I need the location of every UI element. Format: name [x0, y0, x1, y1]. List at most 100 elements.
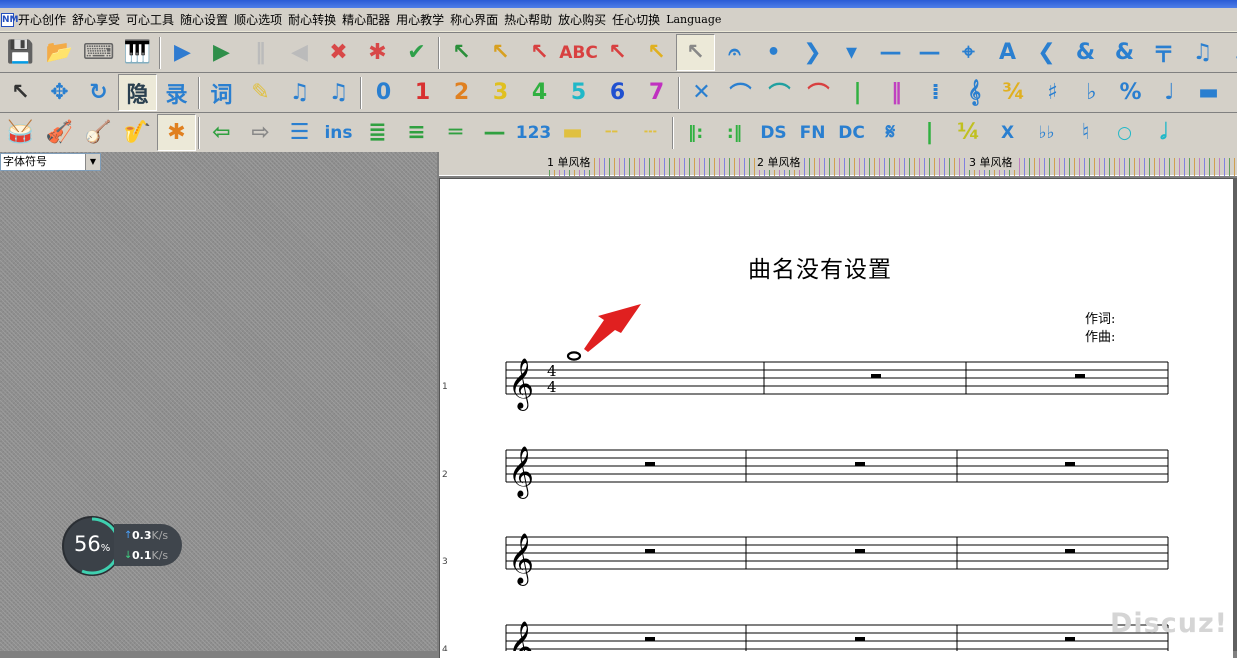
eraser-button[interactable]: ✎ [241, 74, 280, 111]
tie-button[interactable]: ⌒ [721, 74, 760, 111]
dal-segno-button[interactable]: DS [754, 114, 793, 151]
ruler-style-label[interactable]: 1 单风格 [545, 154, 593, 170]
half-note-button[interactable]: 𝅗𝅥 [1144, 114, 1183, 151]
accent-button[interactable]: ❯ [793, 34, 832, 71]
whole-rest-button[interactable]: ▬ [1189, 74, 1228, 111]
play-from-cursor-button[interactable]: ▶ [202, 34, 241, 71]
menu-item[interactable]: 放心购买 [558, 11, 612, 28]
treble-clef-button[interactable]: 𝄞 [955, 74, 994, 111]
menu-item[interactable]: 用心教学 [396, 11, 450, 28]
chevron-down-icon[interactable]: ▼ [85, 154, 100, 170]
text-style-button[interactable]: A [988, 34, 1027, 71]
check-button[interactable]: ✔ [397, 34, 436, 71]
spell-check-button[interactable]: ABC [559, 34, 598, 71]
cross-note-button[interactable]: ✱ [358, 34, 397, 71]
network-speed-widget[interactable]: 56% ↑ 0.3K/s ↓ 0.1K/s [62, 516, 184, 576]
long-tenuto-button[interactable]: — [910, 34, 949, 71]
menu-item[interactable]: 顺心选项 [234, 11, 288, 28]
dashed-line-button[interactable]: ╌ [592, 114, 631, 151]
note-flag-button[interactable]: ♪ [1222, 34, 1237, 71]
num-6-button[interactable]: 6 [598, 74, 637, 111]
align-button[interactable]: ☰ [280, 114, 319, 151]
num-1-button[interactable]: 1 [403, 74, 442, 111]
fine-button[interactable]: FN [793, 114, 832, 151]
double-barline-button[interactable]: ‖ [877, 74, 916, 111]
coda-button[interactable]: ⌖ [949, 34, 988, 71]
repeat-sign-button[interactable]: ⁞ [916, 74, 955, 111]
beam-notes-2-button[interactable]: ♫ [319, 74, 358, 111]
app-icon[interactable]: NM [1, 12, 19, 27]
four-lines-button[interactable]: ≣ [358, 114, 397, 151]
keyboard-button[interactable]: ⌨ [79, 34, 118, 71]
menu-item[interactable]: 随心设置 [180, 11, 234, 28]
cursor-level-1-button[interactable]: ↖ [442, 34, 481, 71]
ruler-style-label[interactable]: 2 单风格 [755, 154, 803, 170]
arrow-cursor-button[interactable]: ↖ [1, 74, 40, 111]
double-flat-button[interactable]: ♭♭ [1027, 114, 1066, 151]
rotate-button[interactable]: ↻ [79, 74, 118, 111]
breath-button[interactable]: ⌒ [799, 74, 838, 111]
fermata-button[interactable]: 𝄐 [715, 34, 754, 71]
eighth-notes-button[interactable]: ♫ [1183, 34, 1222, 71]
asterisk-button[interactable]: ✱ [157, 114, 196, 151]
cursor-level-2-button[interactable]: ↖ [481, 34, 520, 71]
menu-item[interactable]: 舒心享受 [72, 11, 126, 28]
arrow-right-button[interactable]: ⇨ [241, 114, 280, 151]
sign-button[interactable]: 〒 [1144, 34, 1183, 71]
composer-label[interactable]: 作曲: [1085, 326, 1115, 345]
tenuto-button[interactable]: — [871, 34, 910, 71]
insert-button[interactable]: ins [319, 114, 358, 151]
dash-line-button[interactable]: ▬ [553, 114, 592, 151]
one-line-button[interactable]: — [475, 114, 514, 151]
banjo-button[interactable]: 🪕 [79, 114, 118, 151]
save-button[interactable]: 💾 [1, 34, 40, 71]
quarter-note-button[interactable]: ♩ [1150, 74, 1189, 111]
time-sig-button[interactable]: ¾ [994, 74, 1033, 111]
remove-staff-button[interactable]: & [1105, 34, 1144, 71]
dotted-line-button[interactable]: ┄ [631, 114, 670, 151]
delete-note-button[interactable]: ✖ [319, 34, 358, 71]
menu-item[interactable]: 精心配器 [342, 11, 396, 28]
menu-item-language[interactable]: Language [666, 13, 727, 26]
cross-button[interactable]: ✕ [682, 74, 721, 111]
violin-button[interactable]: 🎻 [40, 114, 79, 151]
two-lines-button[interactable]: ═ [436, 114, 475, 151]
da-capo-button[interactable]: DC [832, 114, 871, 151]
menu-item[interactable]: 任心切换 [612, 11, 666, 28]
num-7-button[interactable]: 7 [637, 74, 676, 111]
lyricist-label[interactable]: 作词: [1085, 308, 1115, 327]
cursor-traffic-button[interactable]: ↖ [637, 34, 676, 71]
cursor-select-button[interactable]: ↖ [676, 34, 715, 71]
play-button[interactable]: ▶ [163, 34, 202, 71]
piano-keys-button[interactable]: 🎹 [118, 34, 157, 71]
record-button[interactable]: 录 [157, 74, 196, 111]
menu-item[interactable]: 开心创作 [18, 11, 72, 28]
three-lines-button[interactable]: ≡ [397, 114, 436, 151]
bar-green-button[interactable]: | [910, 114, 949, 151]
beam-notes-button[interactable]: ♫ [280, 74, 319, 111]
num-4-button[interactable]: 4 [520, 74, 559, 111]
saxophone-button[interactable]: 🎷 [118, 114, 157, 151]
ruler-style-label[interactable]: 3 单风格 [967, 154, 1015, 170]
slur-button[interactable]: ⌒ [760, 74, 799, 111]
repeat-end-button[interactable]: :‖ [715, 114, 754, 151]
barline-button[interactable]: | [838, 74, 877, 111]
repeat-start-button[interactable]: ‖: [676, 114, 715, 151]
menu-item[interactable]: 耐心转换 [288, 11, 342, 28]
menu-item[interactable]: 称心界面 [450, 11, 504, 28]
hide-button[interactable]: 隐 [118, 74, 157, 111]
cursor-red-button[interactable]: ↖ [598, 34, 637, 71]
flat-button[interactable]: ♭ [1072, 74, 1111, 111]
rewind-button[interactable]: ◀ [280, 34, 319, 71]
marcato-button[interactable]: ▾ [832, 34, 871, 71]
font-symbol-select[interactable]: 字体符号 ▼ [0, 153, 101, 171]
double-sharp-button[interactable]: X [988, 114, 1027, 151]
num-2-button[interactable]: 2 [442, 74, 481, 111]
num-5-button[interactable]: 5 [559, 74, 598, 111]
segno-button[interactable]: 𝄋 [871, 114, 910, 151]
num-0-button[interactable]: 0 [364, 74, 403, 111]
move-button[interactable]: ✥ [40, 74, 79, 111]
measure-ruler[interactable]: 1 单风格 2 单风格 3 单风格 [439, 152, 1237, 176]
natural-button[interactable]: ♮ [1066, 114, 1105, 151]
pause-button[interactable]: ‖ [241, 34, 280, 71]
